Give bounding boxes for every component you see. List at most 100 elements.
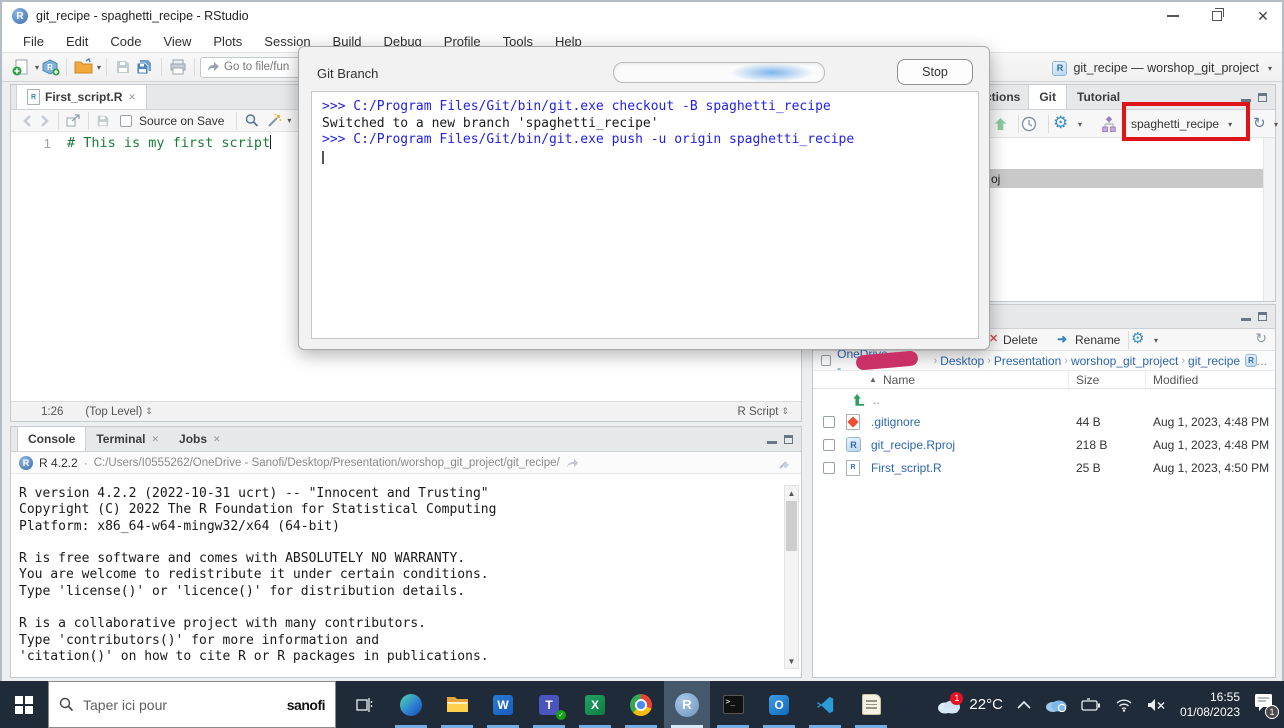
stop-button[interactable]: Stop [897,59,973,85]
task-view-button[interactable] [342,681,388,728]
breadcrumb-desktop[interactable]: Desktop [940,354,984,368]
tab-terminal[interactable]: Terminal ✕ [86,427,169,451]
col-modified[interactable]: Modified [1153,373,1198,387]
taskbar-word[interactable]: W [480,681,526,728]
rename-button[interactable]: Rename [1075,333,1120,347]
git-push-icon[interactable] [993,117,1008,132]
menu-plots[interactable]: Plots [202,34,253,49]
weather-widget[interactable]: 1 22°C [936,691,1003,714]
scroll-thumb[interactable] [786,501,797,551]
file-row[interactable]: R git_recipe.Rproj 218 B Aug 1, 2023, 4:… [813,433,1275,456]
menu-code[interactable]: Code [99,34,152,49]
git-refresh-caret-icon[interactable]: ▾ [1274,120,1278,129]
branch-icon[interactable] [1101,116,1117,132]
file-type-selector[interactable]: R Script ⇕ [738,406,789,418]
minimize-pane-icon[interactable] [767,435,777,444]
sort-asc-icon[interactable]: ▲ [869,375,877,384]
rename-arrow-icon[interactable]: ➜ [1057,332,1067,346]
taskbar-search[interactable]: Taper ici pour sanofi [48,681,336,728]
delete-button[interactable]: Delete [1003,333,1038,347]
menu-file[interactable]: File [12,34,55,49]
source-on-save-checkbox[interactable] [120,114,132,127]
file-checkbox[interactable] [823,415,835,428]
maximize-pane-icon[interactable] [784,434,793,444]
console-scrollbar[interactable]: ▲ ▼ [784,485,799,669]
git-gear-caret-icon[interactable]: ▾ [1078,120,1082,129]
taskbar-edge[interactable] [388,681,434,728]
scope-selector[interactable]: (Top Level) ⇕ [85,406,152,418]
breadcrumb-presentation[interactable]: Presentation [994,354,1061,368]
taskbar-vscode[interactable] [802,681,848,728]
file-row[interactable]: .gitignore 44 B Aug 1, 2023, 4:48 PM [813,410,1275,433]
menu-view[interactable]: View [152,34,202,49]
forward-icon[interactable] [37,114,51,127]
new-project-button[interactable]: R [39,55,61,79]
taskbar-excel[interactable]: X [572,681,618,728]
file-row-up[interactable]: .. [813,389,1275,410]
git-minimize-pane-icon[interactable] [1241,93,1251,102]
terminal-close-icon[interactable]: ✕ [151,434,159,445]
taskbar-rstudio[interactable]: R [664,681,710,728]
editor-tab-first-script[interactable]: R First_script.R ✕ [16,85,147,109]
taskbar-teams[interactable]: T ✓ [526,681,572,728]
file-name[interactable]: .gitignore [871,415,920,429]
col-size[interactable]: Size [1076,373,1099,387]
file-name[interactable]: git_recipe.Rproj [871,438,955,452]
files-minimize-pane-icon[interactable] [1241,312,1251,321]
battery-icon[interactable] [1081,698,1101,711]
new-file-button[interactable] [10,55,32,79]
dialog-console[interactable]: >>> C:/Program Files/Git/bin/git.exe che… [311,91,979,339]
code-tools-wand-icon[interactable] [266,113,282,128]
volume-muted-icon[interactable] [1147,698,1166,712]
wifi-icon[interactable] [1115,698,1133,712]
taskbar-outlook[interactable]: O [756,681,802,728]
files-gear-icon[interactable]: ⚙ [1131,329,1144,347]
jobs-close-icon[interactable]: ✕ [213,434,221,445]
file-checkbox[interactable] [823,438,835,451]
open-file-button[interactable] [72,55,94,79]
find-icon[interactable] [244,113,260,128]
taskbar-cmd[interactable]: >_ [710,681,756,728]
files-gear-caret-icon[interactable]: ▾ [1154,336,1158,345]
taskbar-chrome[interactable] [618,681,664,728]
breadcrumb-checkbox[interactable] [821,355,832,366]
up-directory-icon[interactable] [851,392,866,407]
history-clock-icon[interactable] [1021,116,1037,132]
onedrive-icon[interactable] [1045,698,1067,712]
open-directory-icon[interactable] [566,458,578,468]
menu-edit[interactable]: Edit [55,34,99,49]
start-button[interactable] [0,681,48,728]
back-icon[interactable] [21,114,35,127]
scroll-down-icon[interactable]: ▼ [785,654,798,668]
scroll-up-icon[interactable]: ▲ [785,486,798,500]
project-selector[interactable]: R git_recipe — worshop_git_project ▾ [1052,57,1272,79]
popout-icon[interactable] [66,114,81,127]
restore-button[interactable] [1202,6,1232,26]
taskbar-file-explorer[interactable] [434,681,480,728]
git-gear-icon[interactable]: ⚙ [1053,113,1068,133]
clear-console-broom-icon[interactable] [778,455,793,470]
col-name[interactable]: Name [883,373,915,387]
git-maximize-pane-icon[interactable] [1258,92,1267,102]
files-maximize-pane-icon[interactable] [1258,312,1267,321]
save-all-button[interactable] [134,55,156,79]
breadcrumb-git-recipe[interactable]: git_recipe [1188,354,1240,368]
file-checkbox[interactable] [823,461,835,474]
open-file-caret-icon[interactable]: ▾ [97,63,101,72]
git-scrollbar[interactable] [1263,138,1275,301]
console-output[interactable]: R version 4.2.2 (2022-10-31 ucrt) -- "In… [11,474,801,677]
notification-center-button[interactable]: 1 [1254,693,1279,719]
delete-x-icon[interactable]: ✕ [989,332,998,345]
print-button[interactable] [167,55,189,79]
tray-expand-chevron-icon[interactable] [1017,700,1031,709]
tab-git[interactable]: Git [1028,85,1068,109]
save-script-icon[interactable] [96,114,110,128]
save-button[interactable] [112,55,134,79]
file-row[interactable]: R First_script.R 25 B Aug 1, 2023, 4:50 … [813,456,1275,479]
files-refresh-icon[interactable]: ↻ [1255,330,1267,347]
tab-jobs[interactable]: Jobs ✕ [169,427,231,451]
tab-console[interactable]: Console [17,427,87,451]
tab-tutorial[interactable]: Tutorial [1067,85,1130,109]
minimize-button[interactable] [1158,6,1188,26]
git-refresh-icon[interactable]: ↻ [1253,114,1266,132]
